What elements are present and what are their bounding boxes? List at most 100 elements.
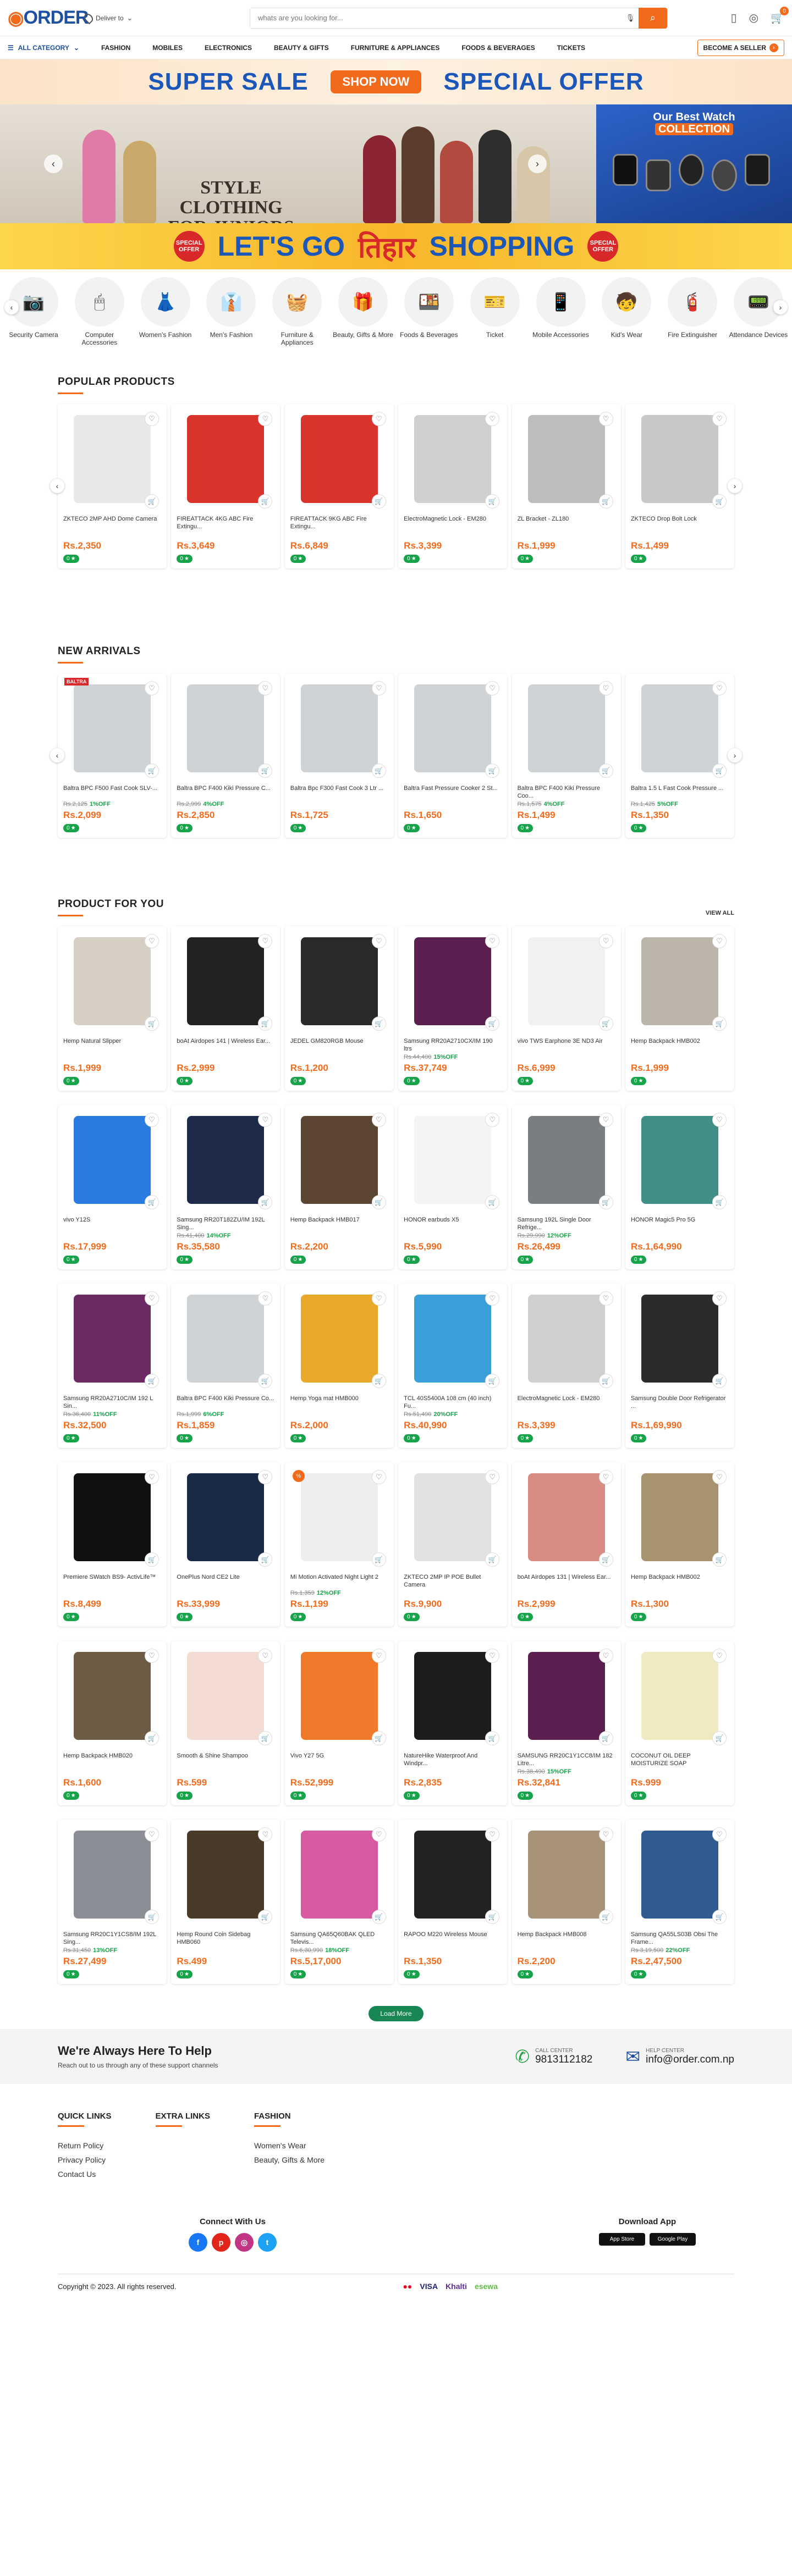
product-name[interactable]: JEDEL GM820RGB Mouse bbox=[290, 1037, 388, 1053]
wishlist-heart-icon[interactable]: ♡ bbox=[371, 934, 386, 948]
product-name[interactable]: ZKTECO Drop Bolt Lock bbox=[631, 515, 729, 530]
product-card[interactable]: ♡ 🛒 ZKTECO 2MP AHD Dome Camera Rs.2,350 0 ★ bbox=[58, 404, 167, 568]
product-image[interactable]: ♡ 🛒 BALTRA bbox=[63, 678, 161, 778]
product-card[interactable]: ♡ 🛒 FIREATTACK 4KG ABC Fire Extingu... Rs.3… bbox=[171, 404, 280, 568]
product-image[interactable]: ♡ 🛒 bbox=[404, 932, 502, 1031]
category-prev-arrow[interactable]: ‹ bbox=[4, 300, 19, 314]
add-to-cart-icon[interactable]: 🛒 bbox=[485, 1731, 500, 1745]
product-card[interactable]: ♡ 🛒 Baltra BPC F400 Kiki Pressure C... Rs.2… bbox=[171, 673, 280, 838]
product-image[interactable]: ♡ 🛒 bbox=[631, 1110, 729, 1209]
product-image[interactable]: ♡ 🛒 bbox=[63, 1468, 161, 1567]
nav-furniture[interactable]: FURNITURE & APPLIANCES bbox=[351, 44, 440, 52]
nav-mobiles[interactable]: MOBILES bbox=[152, 44, 183, 52]
hero-next-arrow[interactable]: › bbox=[528, 154, 547, 173]
category-item[interactable]: 📷 Security Camera bbox=[3, 277, 64, 352]
product-card[interactable]: ♡ 🛒 vivo Y12S Rs.17,999 0 ★ bbox=[58, 1105, 167, 1269]
product-image[interactable]: ♡ 🛒 bbox=[63, 1825, 161, 1924]
product-card[interactable]: ♡ 🛒 COCONUT OIL DEEP MOISTURIZE SOAP Rs.999… bbox=[625, 1641, 734, 1805]
product-name[interactable]: ZKTECO 2MP AHD Dome Camera bbox=[63, 515, 161, 530]
product-name[interactable]: OnePlus Nord CE2 Lite bbox=[177, 1573, 274, 1589]
footer-link[interactable]: Women's Wear bbox=[254, 2141, 324, 2150]
product-name[interactable]: vivo TWS Earphone 3E ND3 Air bbox=[518, 1037, 615, 1053]
add-to-cart-icon[interactable]: 🛒 bbox=[712, 494, 727, 508]
add-to-cart-icon[interactable]: 🛒 bbox=[712, 1374, 727, 1388]
add-to-cart-icon[interactable]: 🛒 bbox=[712, 1910, 727, 1924]
add-to-cart-icon[interactable]: 🛒 bbox=[712, 764, 727, 778]
wishlist-heart-icon[interactable]: ♡ bbox=[258, 681, 273, 695]
product-name[interactable]: boAt Airdopes 141 | Wireless Ear... bbox=[177, 1037, 274, 1053]
add-to-cart-icon[interactable]: 🛒 bbox=[712, 1731, 727, 1745]
add-to-cart-icon[interactable]: 🛒 bbox=[258, 764, 273, 778]
product-name[interactable]: Baltra BPC F400 Kiki Pressure Co... bbox=[177, 1395, 274, 1410]
product-image[interactable]: ♡ 🛒 bbox=[63, 410, 161, 508]
product-name[interactable]: FIREATTACK 4KG ABC Fire Extingu... bbox=[177, 515, 274, 530]
product-card[interactable]: ♡ 🛒 HONOR Magic5 Pro 5G Rs.1,64,990 0 ★ bbox=[625, 1105, 734, 1269]
product-name[interactable]: Hemp Backpack HMB017 bbox=[290, 1216, 388, 1231]
wishlist-heart-icon[interactable]: ♡ bbox=[598, 412, 613, 426]
product-name[interactable]: HONOR earbuds X5 bbox=[404, 1216, 502, 1231]
add-to-cart-icon[interactable]: 🛒 bbox=[598, 764, 613, 778]
deliver-to[interactable]: Deliver to ⌄ bbox=[82, 12, 195, 24]
product-card[interactable]: ♡ 🛒 Samsung RR20C1Y1CS8/IM 192L Sing... Rs.… bbox=[58, 1820, 167, 1984]
product-image[interactable]: ♡ 🛒 bbox=[518, 1110, 615, 1209]
mic-icon[interactable]: 🎙 bbox=[622, 14, 639, 23]
product-name[interactable]: SAMSUNG RR20C1Y1CC8/IM 182 Litre... bbox=[518, 1752, 615, 1767]
product-card[interactable]: ♡ 🛒 Baltra 1.5 L Fast Cook Pressure ... Rs.… bbox=[625, 673, 734, 838]
category-item[interactable]: 👔 Men's Fashion bbox=[201, 277, 261, 352]
add-to-cart-icon[interactable]: 🛒 bbox=[145, 1910, 159, 1924]
product-card[interactable]: ♡ 🛒 RAPOO M220 Wireless Mouse Rs.1,350 0 ★ bbox=[398, 1820, 508, 1984]
wishlist-heart-icon[interactable]: ♡ bbox=[145, 934, 159, 948]
wishlist-heart-icon[interactable]: ♡ bbox=[258, 1649, 273, 1663]
category-item[interactable]: 📱 Mobile Accessories bbox=[531, 277, 591, 352]
wishlist-heart-icon[interactable]: ♡ bbox=[258, 934, 273, 948]
wishlist-heart-icon[interactable]: ♡ bbox=[712, 1827, 727, 1842]
product-image[interactable]: ♡ 🛒 bbox=[631, 410, 729, 508]
product-name[interactable]: Baltra BPC F400 Kiki Pressure Coo... bbox=[518, 784, 615, 800]
product-image[interactable]: ♡ 🛒 bbox=[290, 1110, 388, 1209]
add-to-cart-icon[interactable]: 🛒 bbox=[485, 1910, 500, 1924]
wishlist-heart-icon[interactable]: ♡ bbox=[371, 1291, 386, 1306]
add-to-cart-icon[interactable]: 🛒 bbox=[485, 494, 500, 508]
view-all-link[interactable]: VIEW ALL bbox=[706, 910, 734, 916]
product-card[interactable]: ♡ 🛒 Vivo Y27 5G Rs.52,999 0 ★ bbox=[284, 1641, 394, 1805]
add-to-cart-icon[interactable]: 🛒 bbox=[371, 1195, 386, 1209]
add-to-cart-icon[interactable]: 🛒 bbox=[371, 1374, 386, 1388]
product-name[interactable]: Smooth & Shine Shampoo bbox=[177, 1752, 274, 1767]
product-card[interactable]: ♡ 🛒 FIREATTACK 9KG ABC Fire Extingu... Rs.6… bbox=[284, 404, 394, 568]
product-name[interactable]: Samsung QA55LS03B Obsi The Frame... bbox=[631, 1931, 729, 1946]
product-name[interactable]: Hemp Backpack HMB002 bbox=[631, 1037, 729, 1053]
product-card[interactable]: ♡ 🛒 SAMSUNG RR20C1Y1CC8/IM 182 Litre... Rs.… bbox=[512, 1641, 621, 1805]
add-to-cart-icon[interactable]: 🛒 bbox=[258, 1374, 273, 1388]
category-item[interactable]: 🍱 Foods & Beverages bbox=[399, 277, 459, 352]
wishlist-heart-icon[interactable]: ♡ bbox=[371, 1649, 386, 1663]
add-to-cart-icon[interactable]: 🛒 bbox=[712, 1552, 727, 1567]
wishlist-heart-icon[interactable]: ♡ bbox=[598, 1291, 613, 1306]
product-card[interactable]: ♡ 🛒 NatureHike Waterproof And Windpr... Rs.… bbox=[398, 1641, 508, 1805]
product-card[interactable]: ♡ 🛒 Hemp Backpack HMB020 Rs.1,600 0 ★ bbox=[58, 1641, 167, 1805]
add-to-cart-icon[interactable]: 🛒 bbox=[258, 1910, 273, 1924]
product-image[interactable]: ♡ 🛒 bbox=[518, 1825, 615, 1924]
wishlist-heart-icon[interactable]: ♡ bbox=[371, 1113, 386, 1127]
wishlist-heart-icon[interactable]: ♡ bbox=[371, 681, 386, 695]
product-name[interactable]: Hemp Backpack HMB020 bbox=[63, 1752, 161, 1767]
product-card[interactable]: ♡ 🛒 Samsung QA65Q60BAK QLED Televis... Rs.6… bbox=[284, 1820, 394, 1984]
product-card[interactable]: ♡ 🛒 vivo TWS Earphone 3E ND3 Air Rs.6,999 0 ★ bbox=[512, 926, 621, 1091]
wishlist-heart-icon[interactable]: ♡ bbox=[485, 681, 500, 695]
product-image[interactable]: ♡ 🛒 bbox=[177, 1110, 274, 1209]
product-image[interactable]: ♡ 🛒 bbox=[290, 1825, 388, 1924]
product-card[interactable]: ♡ 🛒 BALTRA Baltra BPC F500 Fast Cook SLV-..… bbox=[58, 673, 167, 838]
add-to-cart-icon[interactable]: 🛒 bbox=[145, 1016, 159, 1031]
add-to-cart-icon[interactable]: 🛒 bbox=[485, 764, 500, 778]
product-image[interactable]: ♡ 🛒 bbox=[290, 1646, 388, 1745]
wishlist-heart-icon[interactable]: ♡ bbox=[371, 412, 386, 426]
product-image[interactable]: ♡ 🛒 bbox=[63, 1289, 161, 1388]
product-image[interactable]: ♡ 🛒 bbox=[177, 679, 274, 778]
product-card[interactable]: ♡ 🛒 boAt Airdopes 141 | Wireless Ear... Rs.… bbox=[171, 926, 280, 1091]
wishlist-heart-icon[interactable]: ♡ bbox=[598, 681, 613, 695]
product-name[interactable]: Vivo Y27 5G bbox=[290, 1752, 388, 1767]
footer-link[interactable]: Return Policy bbox=[58, 2141, 112, 2150]
wishlist-heart-icon[interactable]: ♡ bbox=[258, 412, 273, 426]
product-card[interactable]: ♡ 🛒 Samsung RR20T182ZU/IM 192L Sing... Rs.4… bbox=[171, 1105, 280, 1269]
product-name[interactable]: Hemp Backpack HMB002 bbox=[631, 1573, 729, 1589]
wishlist-heart-icon[interactable]: ♡ bbox=[485, 1827, 500, 1842]
